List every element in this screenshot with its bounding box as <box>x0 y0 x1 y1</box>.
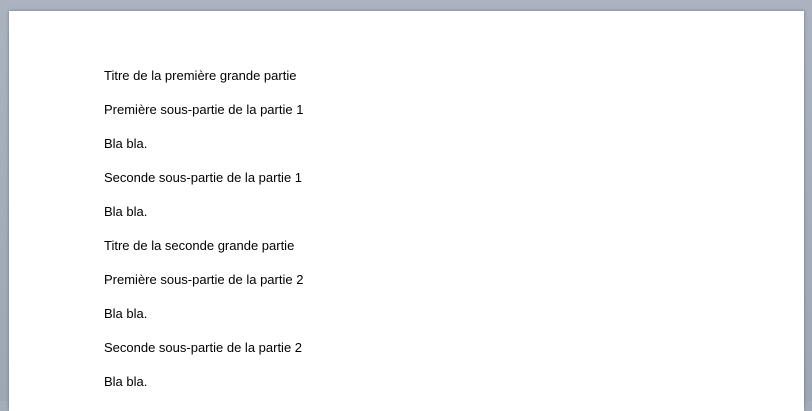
heading-part-1[interactable]: Titre de la première grande partie <box>104 68 296 84</box>
heading-part-2[interactable]: Titre de la seconde grande partie <box>104 238 294 254</box>
body-paragraph[interactable]: Bla bla. <box>104 204 147 220</box>
document-workspace: Titre de la première grande partie Premi… <box>0 0 812 411</box>
document-page[interactable]: Titre de la première grande partie Premi… <box>9 11 804 411</box>
body-paragraph[interactable]: Bla bla. <box>104 306 147 322</box>
subheading-part-1-2[interactable]: Seconde sous-partie de la partie 1 <box>104 170 302 186</box>
body-paragraph[interactable]: Bla bla. <box>104 136 147 152</box>
subheading-part-2-1[interactable]: Première sous-partie de la partie 2 <box>104 272 303 288</box>
subheading-part-1-1[interactable]: Première sous-partie de la partie 1 <box>104 102 303 118</box>
body-paragraph[interactable]: Bla bla. <box>104 374 147 390</box>
subheading-part-2-2[interactable]: Seconde sous-partie de la partie 2 <box>104 340 302 356</box>
